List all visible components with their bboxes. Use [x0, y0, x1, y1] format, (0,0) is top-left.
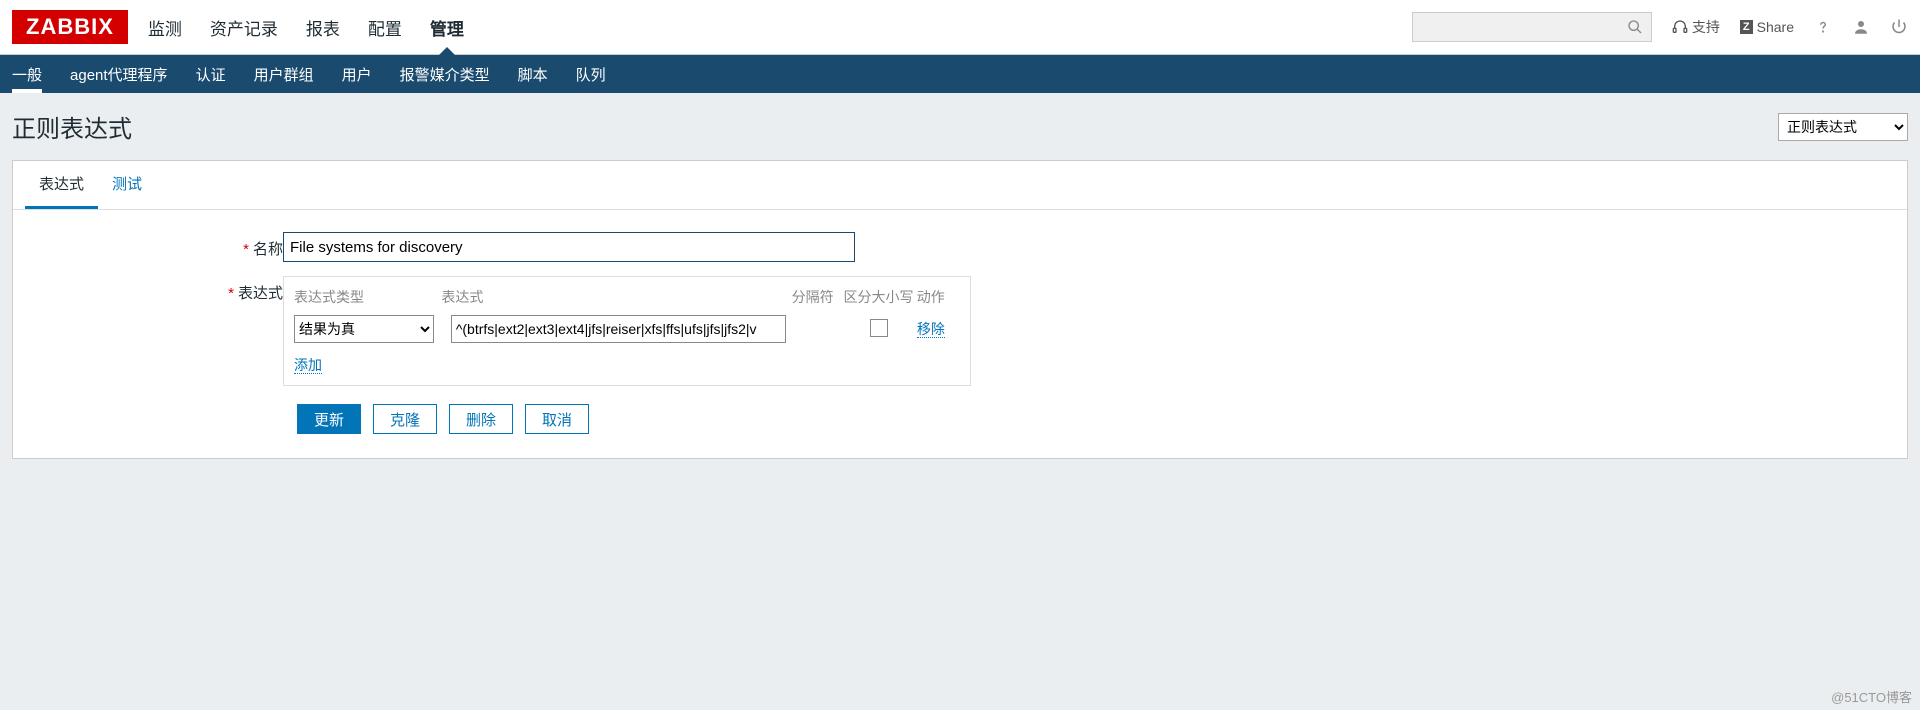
support-link[interactable]: 支持	[1672, 17, 1720, 37]
right-select: 正则表达式	[1778, 113, 1908, 141]
subnav-users[interactable]: 用户	[342, 55, 372, 93]
cancel-button[interactable]: 取消	[525, 404, 589, 434]
case-checkbox[interactable]	[870, 319, 888, 337]
menu-config[interactable]: 配置	[368, 0, 402, 54]
add-link[interactable]: 添加	[294, 357, 322, 374]
label-name: *名称	[33, 232, 283, 262]
subnav-mediatypes[interactable]: 报警媒介类型	[400, 55, 490, 93]
menu-reports[interactable]: 报表	[306, 0, 340, 54]
expression-header: 表达式类型 表达式 分隔符 区分大小写 动作	[294, 287, 960, 307]
search-box[interactable]	[1412, 12, 1652, 42]
sub-nav: 一般 agent代理程序 认证 用户群组 用户 报警媒介类型 脚本 队列	[0, 55, 1920, 93]
header-type: 表达式类型	[294, 287, 441, 307]
logo[interactable]: ZABBIX	[12, 10, 128, 44]
watermark: @51CTO博客	[1831, 687, 1912, 706]
update-button[interactable]: 更新	[297, 404, 361, 434]
share-link[interactable]: Z Share	[1740, 19, 1794, 35]
subnav-general[interactable]: 一般	[12, 55, 42, 93]
button-row: 更新 克隆 删除 取消	[297, 404, 1887, 434]
subnav-queue[interactable]: 队列	[576, 55, 606, 93]
subnav-proxies[interactable]: agent代理程序	[70, 55, 168, 93]
remove-link[interactable]: 移除	[917, 321, 945, 338]
tab-test[interactable]: 测试	[98, 161, 156, 209]
headset-icon	[1672, 19, 1688, 35]
menu-admin[interactable]: 管理	[430, 0, 464, 54]
main-panel: 表达式 测试 *名称 *表达式 表达式类型 表达式 分隔符 区分大小写 动作	[12, 160, 1908, 459]
top-header: ZABBIX 监测 资产记录 报表 配置 管理 支持 Z Share	[0, 0, 1920, 55]
support-label: 支持	[1692, 17, 1720, 37]
page-title: 正则表达式	[12, 109, 132, 144]
subnav-auth[interactable]: 认证	[196, 55, 226, 93]
tabs: 表达式 测试	[13, 161, 1907, 210]
row-expression: *表达式 表达式类型 表达式 分隔符 区分大小写 动作 结果为真	[33, 276, 1887, 386]
label-expression: *表达式	[33, 276, 283, 386]
expression-row: 结果为真 移除	[294, 315, 960, 343]
name-input[interactable]	[283, 232, 855, 262]
clone-button[interactable]: 克隆	[373, 404, 437, 434]
user-icon[interactable]	[1852, 18, 1870, 36]
menu-inventory[interactable]: 资产记录	[210, 0, 278, 54]
menu-monitor[interactable]: 监测	[148, 0, 182, 54]
tab-expression[interactable]: 表达式	[25, 161, 98, 209]
search-icon	[1627, 19, 1643, 35]
help-icon[interactable]	[1814, 18, 1832, 36]
share-icon: Z	[1740, 20, 1753, 34]
header-act: 动作	[917, 287, 960, 307]
delete-button[interactable]: 删除	[449, 404, 513, 434]
page-title-row: 正则表达式 正则表达式	[0, 93, 1920, 160]
header-sep: 分隔符	[785, 287, 840, 307]
header-expr: 表达式	[441, 287, 785, 307]
section-dropdown[interactable]: 正则表达式	[1778, 113, 1908, 141]
subnav-scripts[interactable]: 脚本	[518, 55, 548, 93]
header-case: 区分大小写	[840, 287, 917, 307]
row-name: *名称	[33, 232, 1887, 262]
expr-type-select[interactable]: 结果为真	[294, 315, 434, 343]
top-right: 支持 Z Share	[1412, 12, 1908, 42]
form-area: *名称 *表达式 表达式类型 表达式 分隔符 区分大小写 动作	[13, 210, 1907, 458]
subnav-usergroups[interactable]: 用户群组	[254, 55, 314, 93]
expr-value-input[interactable]	[451, 315, 786, 343]
power-icon[interactable]	[1890, 18, 1908, 36]
top-menu: 监测 资产记录 报表 配置 管理	[148, 0, 464, 54]
expression-box: 表达式类型 表达式 分隔符 区分大小写 动作 结果为真	[283, 276, 971, 386]
share-label: Share	[1757, 19, 1794, 35]
